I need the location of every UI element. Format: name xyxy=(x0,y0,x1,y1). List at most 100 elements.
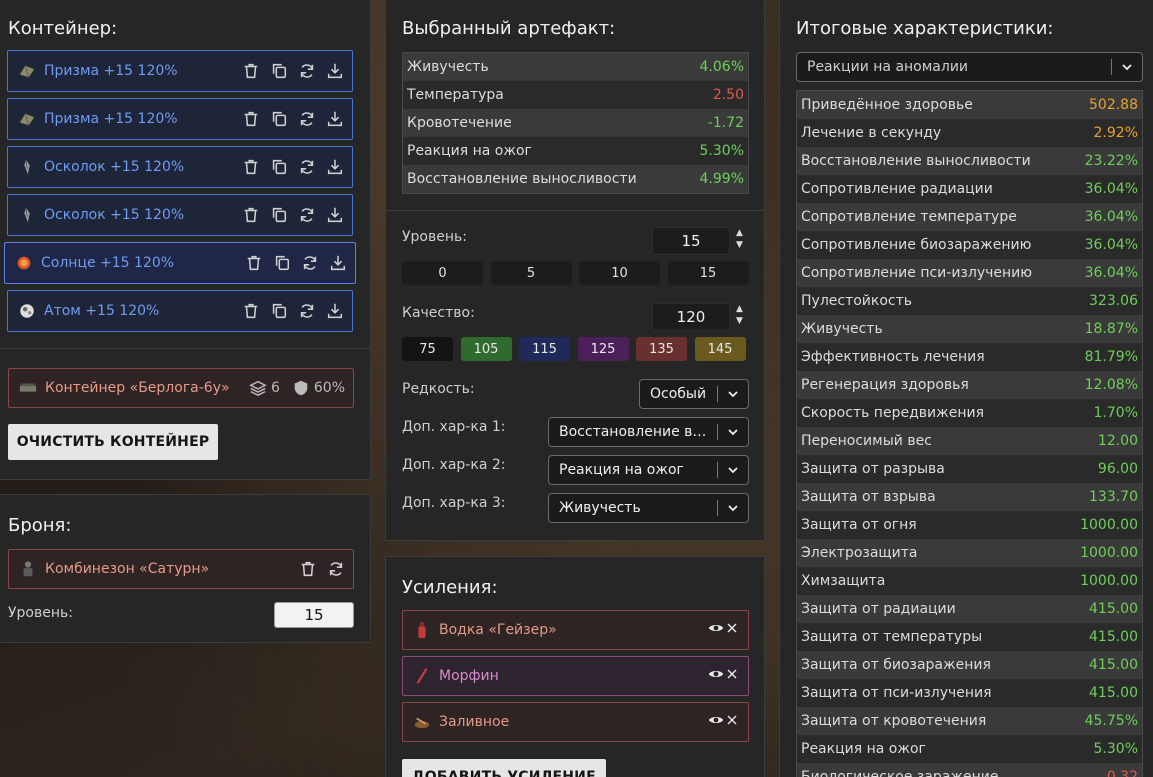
eye-icon[interactable] xyxy=(708,712,724,728)
quality-preset-button[interactable]: 115 xyxy=(519,337,570,361)
boost-item[interactable]: Водка «Гейзер» xyxy=(402,610,749,650)
refresh-icon[interactable] xyxy=(298,110,316,128)
artifact-title: Выбранный артефакт: xyxy=(402,18,616,39)
trash-icon[interactable] xyxy=(242,206,260,224)
extra3-select[interactable]: Живучесть xyxy=(548,493,749,523)
stat-row: Переносимый вес 12.00 xyxy=(797,427,1142,455)
stat-name: Восстановление выносливости xyxy=(801,153,1031,169)
rarity-select[interactable]: Особый xyxy=(639,379,749,409)
chevron-up-icon[interactable]: ▲ xyxy=(736,228,743,238)
container-slot[interactable]: Осколок +15 120% xyxy=(7,194,353,236)
chevron-down-icon[interactable]: ▼ xyxy=(736,316,743,326)
armor-item[interactable]: Комбинезон «Сатурн» xyxy=(8,549,354,589)
copy-icon[interactable] xyxy=(270,62,288,80)
close-icon[interactable] xyxy=(724,666,740,682)
stat-name: Пулестойкость xyxy=(801,293,913,309)
container-slot[interactable]: Осколок +15 120% xyxy=(7,146,353,188)
refresh-icon[interactable] xyxy=(298,302,316,320)
refresh-icon[interactable] xyxy=(301,254,319,272)
trash-icon[interactable] xyxy=(242,302,260,320)
chevron-up-icon[interactable]: ▲ xyxy=(736,304,743,314)
container-slot-label: Атом +15 120% xyxy=(44,303,160,319)
totals-filter-value: Реакции на аномалии xyxy=(807,59,969,75)
stat-name: Защита от радиации xyxy=(801,601,956,617)
stat-value: 1000.00 xyxy=(1080,517,1138,533)
chevron-down-icon[interactable] xyxy=(718,463,748,477)
chevron-down-icon[interactable] xyxy=(718,425,748,439)
copy-icon[interactable] xyxy=(270,158,288,176)
totals-filter-select[interactable]: Реакции на аномалии xyxy=(796,52,1143,82)
stat-value: 36.04% xyxy=(1084,265,1138,281)
armor-level-input[interactable]: 15 xyxy=(274,602,354,628)
refresh-icon[interactable] xyxy=(298,62,316,80)
trash-icon[interactable] xyxy=(242,158,260,176)
download-icon[interactable] xyxy=(326,158,344,176)
stat-value: 415.00 xyxy=(1089,685,1138,701)
atom-artifact-icon xyxy=(18,302,36,320)
container-slot[interactable]: Призма +15 120% xyxy=(7,98,353,140)
eye-icon[interactable] xyxy=(708,666,724,682)
copy-icon[interactable] xyxy=(270,206,288,224)
level-preset-button[interactable]: 5 xyxy=(490,261,572,285)
trash-icon[interactable] xyxy=(242,62,260,80)
download-icon[interactable] xyxy=(326,62,344,80)
container-slot[interactable]: Солнце +15 120% xyxy=(4,242,356,284)
extra1-label: Доп. хар-ка 1: xyxy=(402,419,506,435)
level-preset-button[interactable]: 10 xyxy=(579,261,660,285)
download-icon[interactable] xyxy=(326,302,344,320)
chevron-down-icon[interactable] xyxy=(718,501,748,515)
refresh-icon[interactable] xyxy=(327,560,345,578)
copy-icon[interactable] xyxy=(270,110,288,128)
stat-name: Кровотечение xyxy=(407,115,512,131)
download-icon[interactable] xyxy=(326,206,344,224)
extra2-value: Реакция на ожог xyxy=(559,462,684,478)
chevron-down-icon[interactable] xyxy=(1112,60,1142,74)
level-preset-button[interactable]: 0 xyxy=(402,261,483,285)
extra2-select[interactable]: Реакция на ожог xyxy=(548,455,749,485)
trash-icon[interactable] xyxy=(245,254,263,272)
boost-label: Морфин xyxy=(439,668,499,684)
stat-row: Защита от разрыва 96.00 xyxy=(797,455,1142,483)
quality-preset-button[interactable]: 75 xyxy=(402,337,453,361)
extra1-value: Восстановление выносливости xyxy=(559,424,717,440)
copy-icon[interactable] xyxy=(270,302,288,320)
level-preset-button[interactable]: 15 xyxy=(667,261,749,285)
quality-preset-button[interactable]: 105 xyxy=(460,337,512,361)
stat-value: 12.08% xyxy=(1084,377,1138,393)
boost-item[interactable]: Морфин xyxy=(402,656,749,696)
chevron-down-icon[interactable]: ▼ xyxy=(736,240,743,250)
container-slot[interactable]: Призма +15 120% xyxy=(7,50,353,92)
chevron-down-icon[interactable] xyxy=(718,387,748,401)
quality-spinner[interactable]: ▲ ▼ xyxy=(736,304,743,326)
download-icon[interactable] xyxy=(329,254,347,272)
refresh-icon[interactable] xyxy=(298,206,316,224)
stat-row: Восстановление выносливости 4.99% xyxy=(403,165,748,193)
stat-row: Защита от пси-излучения 415.00 xyxy=(797,679,1142,707)
boost-item[interactable]: Заливное xyxy=(402,702,749,742)
clear-container-button[interactable]: ОЧИСТИТЬ КОНТЕЙНЕР xyxy=(8,424,218,460)
refresh-icon[interactable] xyxy=(298,158,316,176)
stat-value: 23.22% xyxy=(1084,153,1138,169)
trash-icon[interactable] xyxy=(299,560,317,578)
copy-icon[interactable] xyxy=(273,254,291,272)
stat-row: Приведённое здоровье 502.88 xyxy=(797,91,1142,119)
extra1-select[interactable]: Восстановление выносливости xyxy=(548,417,749,447)
quality-preset-button[interactable]: 135 xyxy=(636,337,687,361)
artifact-quality-input[interactable]: 120 xyxy=(652,303,730,331)
quality-preset-button[interactable]: 145 xyxy=(694,337,746,361)
trash-icon[interactable] xyxy=(242,110,260,128)
eye-icon[interactable] xyxy=(708,620,724,636)
container-item[interactable]: Контейнер «Берлога-6у» 6 60% xyxy=(8,368,354,408)
stat-value: 1000.00 xyxy=(1080,545,1138,561)
prism-artifact-icon xyxy=(18,62,36,80)
close-icon[interactable] xyxy=(724,620,740,636)
close-icon[interactable] xyxy=(724,712,740,728)
container-slot[interactable]: Атом +15 120% xyxy=(7,290,353,332)
container-title: Контейнер: xyxy=(8,18,118,39)
stat-row: Реакция на ожог 5.30% xyxy=(797,735,1142,763)
add-boost-button[interactable]: ДОБАВИТЬ УСИЛЕНИЕ xyxy=(402,759,606,777)
level-spinner[interactable]: ▲ ▼ xyxy=(736,228,743,250)
quality-preset-button[interactable]: 125 xyxy=(577,337,629,361)
artifact-level-input[interactable]: 15 xyxy=(652,227,730,255)
download-icon[interactable] xyxy=(326,110,344,128)
